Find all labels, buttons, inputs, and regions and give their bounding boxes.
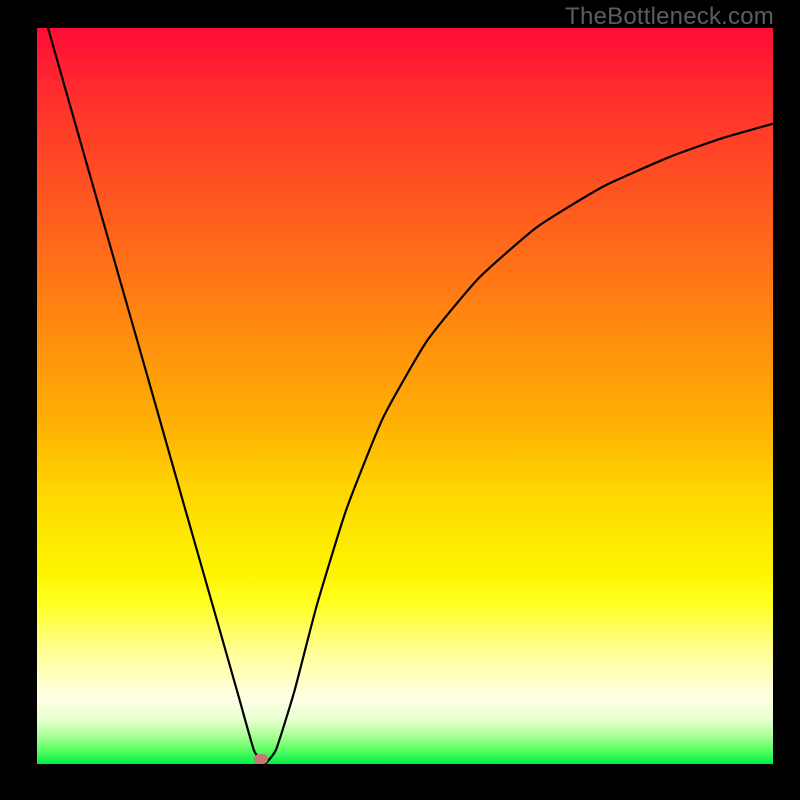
plot-area — [37, 28, 773, 764]
chart-frame: TheBottleneck.com — [0, 0, 800, 800]
minimum-marker — [254, 754, 268, 764]
watermark-text: TheBottleneck.com — [565, 3, 774, 31]
bottleneck-curve — [37, 28, 773, 764]
